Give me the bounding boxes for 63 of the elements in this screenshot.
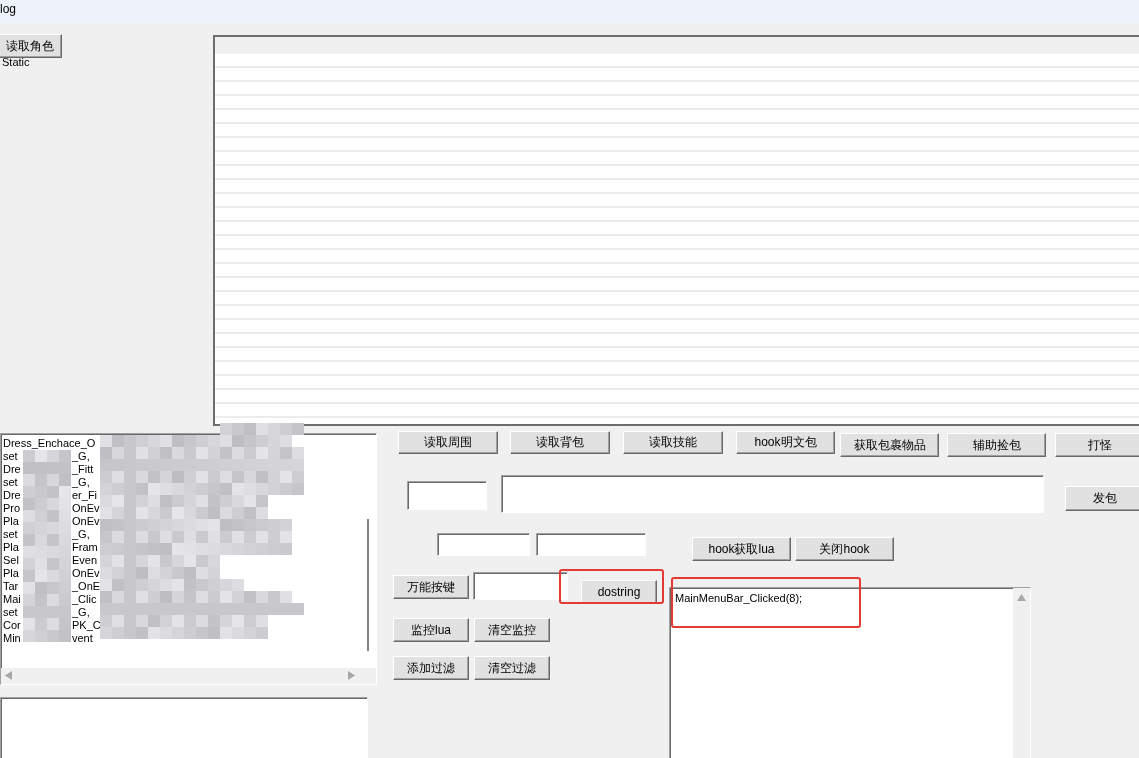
toolbar-button[interactable]: 读取周围 [398, 431, 498, 454]
hook-button[interactable]: hook获取lua [692, 537, 791, 561]
log-entry: Pla [3, 541, 19, 554]
up-arrow-icon[interactable] [1017, 594, 1026, 601]
log-entry: Tar [3, 580, 19, 593]
log-entry: set [3, 528, 18, 541]
log-entry: Fram [72, 541, 98, 554]
input-field[interactable] [473, 572, 568, 600]
clear-filter-button[interactable]: 清空过滤 [474, 656, 550, 680]
log-entry: set [3, 476, 18, 489]
window-title: log [0, 2, 16, 16]
filter-button[interactable]: 添加过滤 [393, 656, 469, 680]
log-entry: OnEv [72, 502, 100, 515]
toolbar-button[interactable]: 读取背包 [510, 431, 610, 454]
toolbar-button[interactable]: 辅助捡包 [947, 433, 1046, 457]
log-entry: Pro [3, 502, 21, 515]
monitor-button[interactable]: 监控lua [393, 618, 469, 642]
output-text-area[interactable]: MainMenuBar_Clicked(8); [669, 587, 1031, 758]
log-entry: _OnE [72, 580, 101, 593]
toolbar-button[interactable]: 获取包裹物品 [840, 433, 939, 457]
log-entry: vent [72, 632, 93, 645]
dostring-button[interactable]: dostring [581, 580, 657, 604]
log-entry: Sel [3, 554, 19, 567]
log-entry: OnEv [72, 515, 100, 528]
log-entry: Pla [3, 515, 19, 528]
log-entry: _G, [72, 528, 90, 541]
log-entry: _G, [72, 450, 90, 463]
log-entry: OnEv [72, 567, 100, 580]
clear-monitor-button[interactable]: 清空监控 [474, 618, 550, 642]
log-entry: PK_C [72, 619, 101, 632]
log-entry: set [3, 450, 18, 463]
log-entry: Mai [3, 593, 21, 606]
log-entry: set [3, 606, 18, 619]
log-entry: _Fitt [72, 463, 94, 476]
log-entry: Cor [3, 619, 21, 632]
log-entry: Pla [3, 567, 19, 580]
send-button[interactable]: 发包 [1065, 486, 1139, 511]
toolbar-button[interactable]: 读取技能 [623, 431, 723, 454]
toolbar-button[interactable]: hook明文包 [736, 431, 835, 454]
log-entry: er_Fi [72, 489, 98, 502]
scrollbar[interactable] [1013, 588, 1030, 758]
scroll-thumb[interactable] [367, 519, 369, 651]
toolbar-button[interactable]: 打怪 [1055, 433, 1139, 457]
input-field[interactable] [437, 533, 530, 556]
log-entry: Even [72, 554, 98, 567]
text-field[interactable] [0, 697, 368, 758]
log-entry: Min [3, 632, 21, 645]
static-label: Static [2, 56, 30, 68]
log-entry: _Clic [72, 593, 97, 606]
input-field[interactable] [501, 475, 1044, 513]
log-entry: Dress_Enchace_O [3, 437, 96, 450]
output-text: MainMenuBar_Clicked(8); [675, 592, 803, 604]
input-field[interactable] [536, 533, 646, 556]
left-arrow-icon[interactable] [5, 671, 12, 680]
right-arrow-icon[interactable] [348, 671, 355, 680]
hook-button[interactable]: 关闭hook [795, 537, 894, 561]
read-role-button[interactable]: 读取角色 [0, 34, 62, 58]
log-entry: Dre [3, 489, 21, 502]
hotkey-button[interactable]: 万能按键 [393, 575, 469, 599]
log-entry: _G, [72, 476, 90, 489]
input-field[interactable] [407, 481, 487, 510]
log-entry: _G, [72, 606, 90, 619]
log-entry: Dre [3, 463, 21, 476]
